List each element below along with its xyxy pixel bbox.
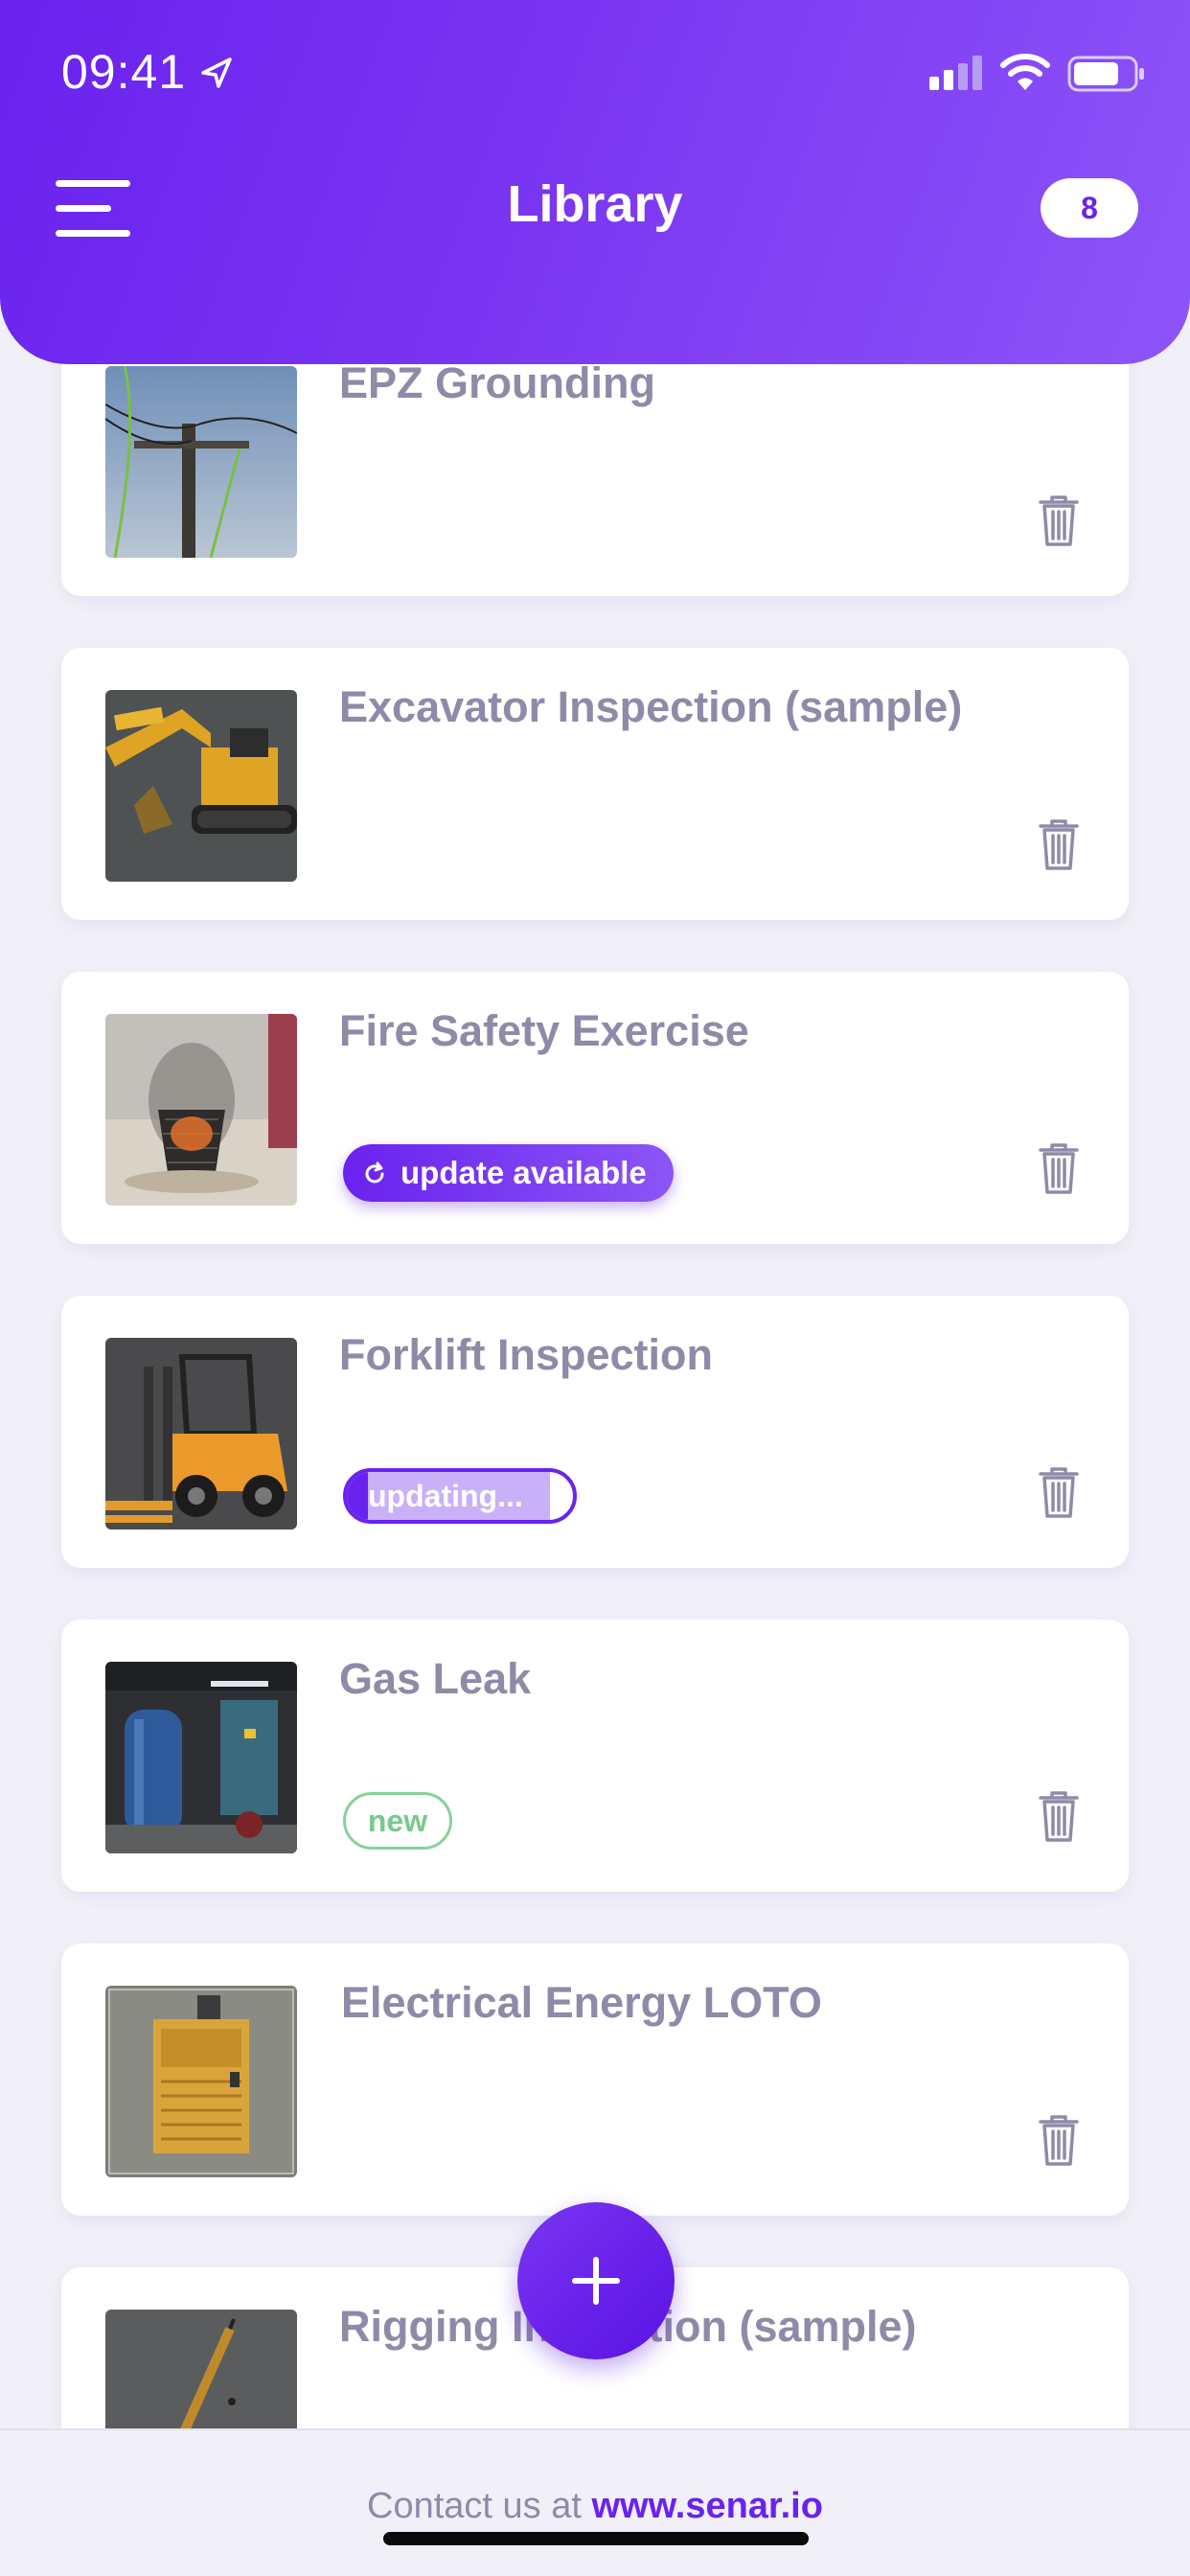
power-pole-thumbnail — [105, 366, 297, 558]
library-item[interactable]: EPZ Grounding — [61, 324, 1129, 596]
item-title: Gas Leak — [339, 1654, 532, 1703]
item-count-badge: 8 — [1041, 178, 1138, 238]
location-arrow-icon — [201, 58, 232, 88]
wifi-icon — [1000, 54, 1050, 90]
item-title: EPZ Grounding — [339, 358, 655, 407]
refresh-icon — [365, 1162, 384, 1184]
update-available-badge[interactable]: update available — [343, 1144, 674, 1202]
page-title: Library — [507, 175, 683, 233]
fire-basket-thumbnail — [105, 1014, 297, 1206]
library-item[interactable]: Excavator Inspection (sample) — [61, 648, 1129, 920]
status-time: 09:41 — [61, 45, 187, 99]
footer: Contact us at www.senar.io — [0, 2428, 1190, 2576]
library-item[interactable]: Electrical Energy LOTO — [61, 1944, 1129, 2216]
badge-label: update available — [400, 1155, 647, 1190]
item-title: Fire Safety Exercise — [339, 1006, 749, 1055]
library-item[interactable]: Fire Safety Exercise update available — [61, 972, 1129, 1244]
website-link[interactable]: www.senar.io — [592, 2486, 823, 2526]
updating-progress-badge: updating... — [343, 1468, 577, 1524]
trash-icon[interactable] — [1037, 1464, 1081, 1520]
trash-icon[interactable] — [1037, 1788, 1081, 1844]
trash-icon[interactable] — [1037, 816, 1081, 872]
item-title: Electrical Energy LOTO — [341, 1978, 822, 2027]
baler-machine-thumbnail — [105, 1986, 297, 2177]
gas-tank-room-thumbnail — [105, 1662, 297, 1853]
forklift-thumbnail — [105, 1338, 297, 1530]
new-badge: new — [343, 1792, 452, 1850]
header: 09:41 Library 8 — [0, 0, 1190, 364]
excavator-thumbnail — [105, 690, 297, 882]
add-button[interactable] — [517, 2202, 675, 2359]
contact-text: Contact us at www.senar.io — [0, 2486, 1190, 2527]
trash-icon[interactable] — [1037, 493, 1081, 548]
battery-icon — [1067, 56, 1144, 92]
cellular-signal-icon — [929, 56, 982, 90]
plus-icon — [572, 2257, 620, 2305]
library-screen: EPZ Grounding Excavator Inspection (samp… — [0, 0, 1190, 2576]
badge-label: updating... — [368, 1479, 523, 1513]
library-item[interactable]: Gas Leak new — [61, 1620, 1129, 1892]
contact-prefix: Contact us at — [367, 2486, 592, 2526]
trash-icon[interactable] — [1037, 1140, 1081, 1196]
home-indicator — [383, 2532, 809, 2545]
item-title: Excavator Inspection (sample) — [339, 682, 963, 731]
library-item[interactable]: Forklift Inspection updating... — [61, 1296, 1129, 1568]
trash-icon[interactable] — [1037, 2112, 1081, 2168]
item-title: Forklift Inspection — [339, 1330, 714, 1379]
